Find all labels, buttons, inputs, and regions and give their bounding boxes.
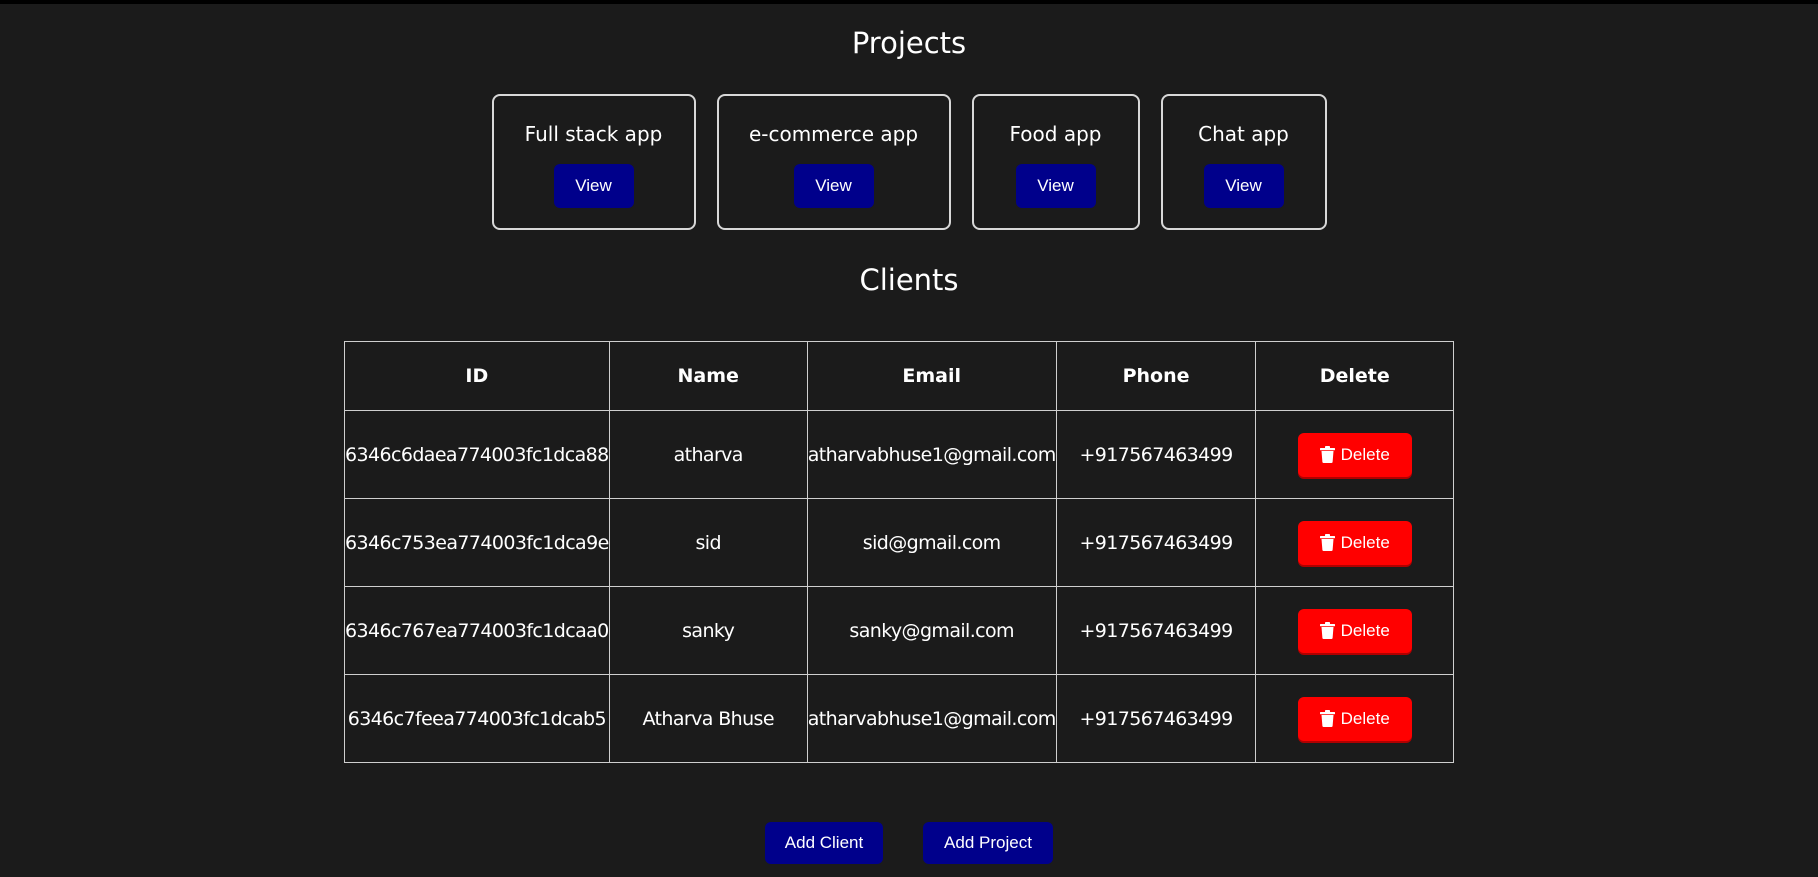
trash-icon [1319, 534, 1335, 551]
project-card: Chat app View [1160, 94, 1327, 230]
client-delete-cell: Delete [1255, 674, 1454, 763]
delete-client-button[interactable]: Delete [1297, 608, 1412, 653]
table-header-row: ID Name Email Phone Delete [344, 341, 1454, 411]
delete-button-label: Delete [1340, 444, 1390, 464]
column-header-id: ID [344, 341, 610, 411]
table-row: 6346c6daea774003fc1dca88 atharva atharva… [344, 410, 1454, 499]
clients-heading: Clients [859, 263, 959, 297]
client-phone: +917567463499 [1055, 586, 1257, 675]
project-name: e-commerce app [748, 122, 919, 146]
project-name: Food app [1009, 122, 1102, 146]
column-header-phone: Phone [1055, 341, 1257, 411]
project-card: e-commerce app View [716, 94, 951, 230]
table-row: 6346c753ea774003fc1dca9e sid sid@gmail.c… [344, 498, 1454, 587]
action-buttons: Add Client Add Project [0, 822, 1818, 864]
client-phone: +917567463499 [1055, 674, 1257, 763]
client-email: atharvabhuse1@gmail.com [806, 674, 1057, 763]
clients-table: ID Name Email Phone Delete 6346c6daea774… [344, 341, 1454, 763]
view-project-button[interactable]: View [1015, 164, 1096, 208]
client-name: sanky [608, 586, 808, 675]
column-header-name: Name [608, 341, 808, 411]
delete-button-label: Delete [1340, 532, 1390, 552]
column-header-email: Email [806, 341, 1057, 411]
client-name: sid [608, 498, 808, 587]
delete-client-button[interactable]: Delete [1297, 520, 1412, 565]
client-delete-cell: Delete [1255, 586, 1454, 675]
client-delete-cell: Delete [1255, 410, 1454, 499]
delete-client-button[interactable]: Delete [1297, 432, 1412, 477]
project-name: Chat app [1198, 122, 1289, 146]
project-card: Food app View [971, 94, 1140, 230]
delete-button-label: Delete [1340, 708, 1390, 728]
trash-icon [1319, 710, 1335, 727]
add-client-button[interactable]: Add Client [765, 822, 883, 864]
view-project-button[interactable]: View [553, 164, 634, 208]
client-id: 6346c6daea774003fc1dca88 [344, 410, 610, 499]
client-delete-cell: Delete [1255, 498, 1454, 587]
delete-client-button[interactable]: Delete [1297, 696, 1412, 741]
delete-button-label: Delete [1340, 620, 1390, 640]
client-phone: +917567463499 [1055, 498, 1257, 587]
project-name: Full stack app [524, 122, 663, 146]
client-email: sid@gmail.com [806, 498, 1057, 587]
view-project-button[interactable]: View [1203, 164, 1284, 208]
client-email: atharvabhuse1@gmail.com [806, 410, 1057, 499]
client-id: 6346c767ea774003fc1dcaa0 [344, 586, 610, 675]
client-name: atharva [608, 410, 808, 499]
add-project-button[interactable]: Add Project [923, 822, 1053, 864]
column-header-delete: Delete [1255, 341, 1454, 411]
trash-icon [1319, 446, 1335, 463]
client-id: 6346c753ea774003fc1dca9e [344, 498, 610, 587]
table-row: 6346c7feea774003fc1dcab5 Atharva Bhuse a… [344, 674, 1454, 763]
view-project-button[interactable]: View [793, 164, 874, 208]
projects-list: Full stack app View e-commerce app View … [0, 94, 1818, 230]
client-email: sanky@gmail.com [806, 586, 1057, 675]
client-phone: +917567463499 [1055, 410, 1257, 499]
project-card: Full stack app View [491, 94, 696, 230]
trash-icon [1319, 622, 1335, 639]
top-bar [0, 0, 1818, 4]
client-id: 6346c7feea774003fc1dcab5 [344, 674, 610, 763]
projects-heading: Projects [851, 26, 967, 60]
client-name: Atharva Bhuse [608, 674, 808, 763]
table-row: 6346c767ea774003fc1dcaa0 sanky sanky@gma… [344, 586, 1454, 675]
